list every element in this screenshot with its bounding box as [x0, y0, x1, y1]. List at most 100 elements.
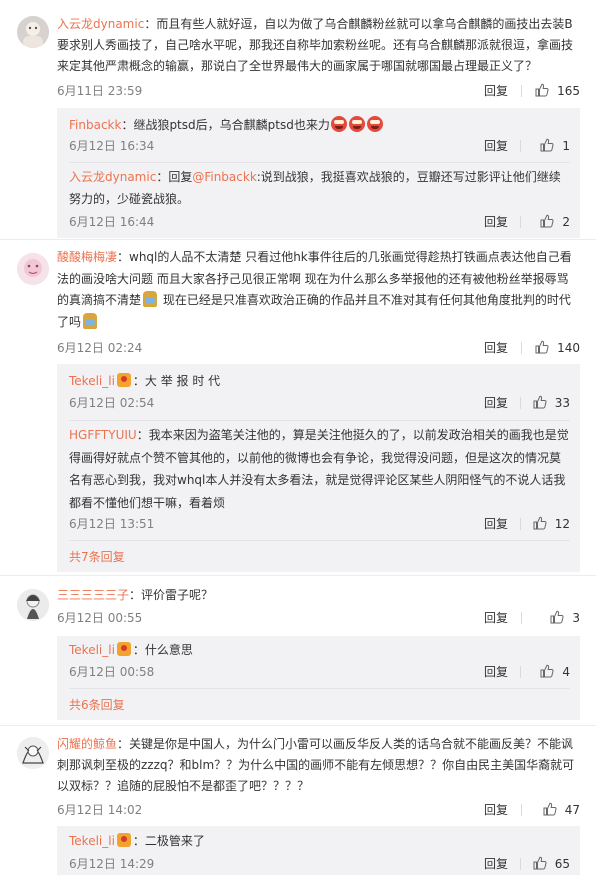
emoji-icon [366, 116, 383, 132]
divider [520, 397, 521, 409]
more-replies-link[interactable]: 共7条回复 [69, 547, 125, 567]
mention-link[interactable]: @Finbackk [192, 170, 256, 184]
username[interactable]: 入云龙dynamic [57, 17, 144, 31]
timestamp: 6月12日 14:29 [69, 857, 155, 871]
thumbs-up-icon [533, 516, 547, 530]
username[interactable]: Finbackk [69, 118, 121, 132]
reply-body: ：二极管来了 [132, 834, 205, 848]
comment-text: 三三三三三子：评价雷子呢？ [57, 585, 580, 606]
reply-button[interactable]: 回复 [484, 338, 508, 358]
timestamp: 6月12日 14:02 [57, 803, 143, 817]
reply-body: ：什么意思 [132, 643, 193, 657]
like-count: 140 [557, 341, 580, 355]
avatar[interactable] [17, 253, 49, 285]
like-button[interactable]: 165 [535, 81, 580, 101]
timestamp: 6月12日 02:54 [69, 396, 155, 410]
like-count: 2 [562, 215, 570, 229]
like-button[interactable]: 2 [540, 212, 570, 232]
like-count: 165 [557, 84, 580, 98]
like-button[interactable]: 33 [533, 393, 570, 413]
divider [521, 804, 522, 816]
divider [520, 858, 521, 870]
divider [521, 342, 522, 354]
reply-text: Tekeli_li ：二极管来了 [69, 830, 570, 852]
like-count: 65 [554, 857, 570, 871]
thumbs-up-icon [533, 856, 547, 870]
reply-button[interactable]: 回复 [484, 81, 508, 101]
thumbs-up-icon [535, 340, 549, 354]
reply-button[interactable]: 回复 [484, 393, 508, 413]
comment-meta: 6月11日 23:59 回复 165 [57, 81, 580, 101]
like-button[interactable]: 4 [540, 662, 570, 682]
like-button[interactable]: 3 [550, 608, 580, 628]
vip-badge-icon [116, 642, 131, 656]
reply-button[interactable]: 回复 [484, 212, 508, 232]
username[interactable]: 入云龙dynamic [69, 170, 156, 184]
reply-divider [69, 688, 570, 689]
reply-meta: 6月12日 16:34 回复 1 [69, 136, 570, 156]
more-replies-link[interactable]: 共6条回复 [69, 695, 125, 715]
reply-body: ：我本来因为盗笔关注他的，算是关注他挺久的了，以前发政治相关的画我也是觉得画得好… [69, 428, 569, 510]
username[interactable]: 酸酸梅梅凄 [57, 250, 117, 264]
like-button[interactable]: 140 [535, 338, 580, 358]
reply-button[interactable]: 回复 [484, 854, 508, 874]
reply-divider [69, 420, 570, 421]
comment-meta: 6月12日 00:55 回复 3 [57, 608, 580, 628]
timestamp: 6月12日 00:58 [69, 665, 155, 679]
reply-body: ：回复 [156, 170, 193, 184]
thumbs-up-icon [535, 83, 549, 97]
divider [520, 140, 521, 152]
vip-badge-icon [116, 373, 131, 387]
reply-body: ：大 举 报 时 代 [132, 374, 221, 388]
reply-button[interactable]: 回复 [484, 800, 508, 820]
reply-button[interactable]: 回复 [484, 608, 508, 628]
reply-button[interactable]: 回复 [484, 136, 508, 156]
like-count: 33 [554, 396, 570, 410]
emoji-icon [83, 312, 98, 329]
reply-divider [69, 162, 570, 163]
divider [520, 518, 521, 530]
reply-text: 入云龙dynamic：回复@Finbackk:说到战狼，我挺喜欢战狼的，豆瓣还写… [69, 166, 570, 210]
like-count: 1 [562, 139, 570, 153]
username[interactable]: Tekeli_li [69, 834, 115, 848]
like-button[interactable]: 12 [533, 514, 570, 534]
reply-button[interactable]: 回复 [484, 514, 508, 534]
like-count: 3 [572, 611, 580, 625]
vip-badge-icon [116, 833, 131, 847]
like-count: 47 [564, 803, 580, 817]
reply-box: Tekeli_li ：什么意思 6月12日 00:58 回复 4 共6条回复 [57, 636, 580, 720]
comment-divider [0, 239, 596, 240]
reply-meta: 6月12日 02:54 回复 33 [69, 393, 570, 413]
username[interactable]: 闪耀的鲸鱼 [57, 737, 117, 751]
avatar[interactable] [17, 589, 49, 621]
username[interactable]: Tekeli_li [69, 643, 115, 657]
reply-divider [69, 540, 570, 541]
reply-text: Tekeli_li ：大 举 报 时 代 [69, 370, 570, 392]
timestamp: 6月12日 13:51 [69, 517, 155, 531]
emoji-icon [330, 116, 347, 132]
comment-text: 酸酸梅梅凄：whql的人品不太清楚 只看过他hk事件往后的几张画觉得趁热打铁画点… [57, 247, 580, 333]
thumbs-up-icon [543, 802, 557, 816]
username[interactable]: Tekeli_li [69, 374, 115, 388]
like-count: 4 [562, 665, 570, 679]
reply-box: Tekeli_li ：大 举 报 时 代 6月12日 02:54 回复 33 HG… [57, 364, 580, 572]
reply-box: Finbackk：继战狼ptsd后，乌合麒麟ptsd也来力 6月12日 16:3… [57, 108, 580, 238]
reply-text: HGFFTYUIU：我本来因为盗笔关注他的，算是关注他挺久的了，以前发政治相关的… [69, 424, 570, 514]
reply-button[interactable]: 回复 [484, 662, 508, 682]
like-button[interactable]: 65 [533, 854, 570, 874]
avatar[interactable] [17, 737, 49, 769]
thumbs-up-icon [540, 214, 554, 228]
divider [521, 85, 522, 97]
comment-body: ：关键是你是中国人，为什么门小雷可以画反华反人类的话乌合就不能画反美？不能讽刺那… [57, 737, 575, 793]
avatar[interactable] [17, 16, 49, 48]
emoji-icon [143, 291, 158, 307]
like-button[interactable]: 1 [540, 136, 570, 156]
divider [520, 666, 521, 678]
username[interactable]: HGFFTYUIU [69, 428, 137, 442]
comment-meta: 6月12日 02:24 回复 140 [57, 338, 580, 358]
like-count: 12 [554, 517, 570, 531]
like-button[interactable]: 47 [543, 800, 580, 820]
username[interactable]: 三三三三三子 [57, 588, 129, 602]
comment-text: 闪耀的鲸鱼：关键是你是中国人，为什么门小雷可以画反华反人类的话乌合就不能画反美？… [57, 734, 580, 797]
comment-body: ：评价雷子呢？ [129, 588, 214, 602]
